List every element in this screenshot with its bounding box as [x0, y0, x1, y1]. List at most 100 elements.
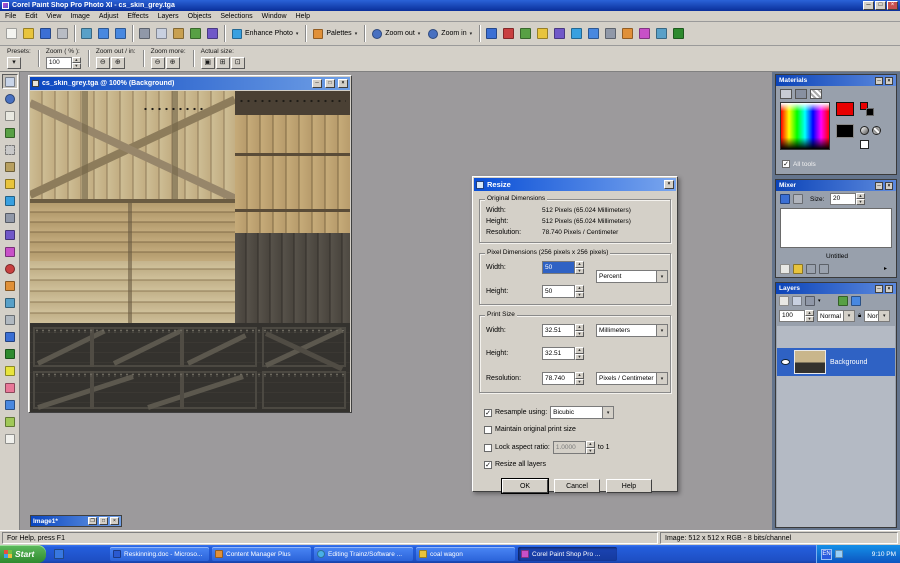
- minimize-icon[interactable]: ─: [312, 79, 322, 88]
- ok-button[interactable]: OK: [502, 479, 548, 493]
- edit-selection-icon[interactable]: [838, 296, 848, 306]
- tool-scratch-remover[interactable]: [2, 312, 18, 327]
- print-width-stepper[interactable]: 32.51 ▲▼: [542, 324, 584, 337]
- tool-selection[interactable]: [2, 142, 18, 157]
- all-tools-checkbox[interactable]: ✓: [782, 160, 790, 168]
- volume-icon[interactable]: [835, 550, 843, 558]
- mixer-titlebar[interactable]: Mixer ─ ×: [776, 180, 896, 191]
- close-icon[interactable]: ×: [887, 1, 898, 10]
- tool-makeover[interactable]: [2, 278, 18, 293]
- new-file-icon[interactable]: [3, 25, 20, 42]
- zoom-out-button[interactable]: Zoom out▾: [368, 24, 424, 43]
- resize-dialog-titlebar[interactable]: Resize ×: [474, 178, 676, 191]
- cancel-button[interactable]: Cancel: [554, 479, 600, 493]
- image-window-titlebar[interactable]: cs_skin_grey.tga @ 100% (Background) ─ □…: [30, 77, 350, 90]
- fit-screen-button[interactable]: ⊡: [231, 57, 245, 69]
- rainbow-tab-icon[interactable]: [795, 89, 807, 99]
- zoom-more-out-button[interactable]: ⊖: [151, 57, 165, 69]
- copy-icon[interactable]: [153, 25, 170, 42]
- history-icon[interactable]: [602, 25, 619, 42]
- help-icon[interactable]: [670, 25, 687, 42]
- swatches-icon[interactable]: [500, 25, 517, 42]
- close-icon[interactable]: ×: [885, 285, 893, 293]
- cut-icon[interactable]: [136, 25, 153, 42]
- materials-titlebar[interactable]: Materials ─ ×: [776, 75, 896, 86]
- save-icon[interactable]: [37, 25, 54, 42]
- texture-button[interactable]: [872, 126, 881, 135]
- tool-move[interactable]: [2, 125, 18, 140]
- blend-mode-select[interactable]: Normal▾: [817, 310, 855, 322]
- rollup-icon[interactable]: ─: [875, 77, 883, 85]
- print-icon[interactable]: [54, 25, 71, 42]
- task-paint-shop-pro[interactable]: Corel Paint Shop Pro ...: [518, 547, 617, 561]
- tool-eraser[interactable]: [2, 380, 18, 395]
- browse-icon[interactable]: [187, 25, 204, 42]
- preferences-icon[interactable]: [653, 25, 670, 42]
- enhance-photo-button[interactable]: Enhance Photo▾: [228, 24, 302, 43]
- tool-straighten[interactable]: [2, 227, 18, 242]
- learning-icon[interactable]: [534, 25, 551, 42]
- layer-opacity-stepper[interactable]: 100 ▲▼: [779, 310, 814, 322]
- tool-dropper[interactable]: [2, 193, 18, 208]
- tool-freehand-selection[interactable]: [2, 159, 18, 174]
- mixer-more-icon[interactable]: ▸: [884, 265, 887, 272]
- help-button[interactable]: Help: [606, 479, 652, 493]
- tool-airbrush[interactable]: [2, 346, 18, 361]
- resample-method-select[interactable]: Bicubic▾: [550, 406, 614, 419]
- menu-adjust[interactable]: Adjust: [99, 13, 118, 20]
- zoom-in-button[interactable]: Zoom in▾: [424, 24, 476, 43]
- overview-icon[interactable]: [517, 25, 534, 42]
- close-icon[interactable]: ×: [885, 77, 893, 85]
- maximize-icon[interactable]: □: [875, 1, 886, 10]
- actual-size-button[interactable]: ▣: [201, 57, 215, 69]
- menu-help[interactable]: Help: [296, 13, 310, 20]
- histogram-icon[interactable]: [483, 25, 500, 42]
- tool-crop[interactable]: [2, 210, 18, 225]
- rollup-icon[interactable]: ─: [875, 285, 883, 293]
- tool-pick[interactable]: [2, 108, 18, 123]
- mixer-icon[interactable]: [568, 25, 585, 42]
- rollup-icon[interactable]: ─: [875, 182, 883, 190]
- lock-aspect-checkbox[interactable]: [484, 444, 492, 452]
- zoom-more-in-button[interactable]: ⊕: [166, 57, 180, 69]
- color-picker[interactable]: [780, 102, 830, 150]
- resolution-unit-select[interactable]: Pixels / Centimeter▾: [596, 372, 668, 385]
- undo-icon[interactable]: [95, 25, 112, 42]
- menu-layers[interactable]: Layers: [158, 13, 179, 20]
- view-overview-icon[interactable]: [851, 296, 861, 306]
- task-content-manager[interactable]: Content Manager Plus: [212, 547, 311, 561]
- chevron-down-icon[interactable]: ▾: [818, 298, 821, 304]
- pixel-unit-select[interactable]: Percent▾: [596, 270, 668, 283]
- aspect-ratio-stepper[interactable]: 1.0000 ▲▼: [553, 441, 595, 454]
- capture-icon[interactable]: [204, 25, 221, 42]
- minimize-icon[interactable]: ─: [863, 1, 874, 10]
- task-word[interactable]: Reskinning.doc - Microso...: [110, 547, 209, 561]
- quick-launch-icon[interactable]: [54, 549, 64, 559]
- presets-dropdown[interactable]: ▾: [7, 57, 21, 69]
- variance-icon[interactable]: [551, 25, 568, 42]
- mixer-new-page-icon[interactable]: [780, 264, 790, 274]
- restore-icon[interactable]: ❐: [88, 517, 97, 525]
- maximize-icon[interactable]: □: [99, 517, 108, 525]
- zoom-in-step-button[interactable]: ⊕: [111, 57, 125, 69]
- palette-knife-icon[interactable]: [793, 194, 803, 204]
- language-indicator[interactable]: EN: [821, 549, 832, 560]
- close-icon[interactable]: ×: [338, 79, 348, 88]
- zoom-out-step-button[interactable]: ⊖: [96, 57, 110, 69]
- tool-perspective[interactable]: [2, 244, 18, 259]
- foreground-color-swatch[interactable]: [836, 102, 854, 116]
- effects-icon[interactable]: [636, 25, 653, 42]
- menu-file[interactable]: File: [5, 13, 16, 20]
- app-titlebar[interactable]: Corel Paint Shop Pro Photo XI - cs_skin_…: [0, 0, 900, 11]
- redo-icon[interactable]: [112, 25, 129, 42]
- transparent-button[interactable]: [860, 140, 869, 149]
- layers-icon[interactable]: [585, 25, 602, 42]
- start-button[interactable]: Start: [0, 545, 46, 563]
- menu-window[interactable]: Window: [262, 13, 287, 20]
- paste-icon[interactable]: [170, 25, 187, 42]
- link-set-select[interactable]: None▾: [864, 310, 890, 322]
- mixer-remix-icon[interactable]: [819, 264, 829, 274]
- tool-brush[interactable]: [2, 329, 18, 344]
- mixer-unmix-icon[interactable]: [806, 264, 816, 274]
- menu-objects[interactable]: Objects: [188, 13, 212, 20]
